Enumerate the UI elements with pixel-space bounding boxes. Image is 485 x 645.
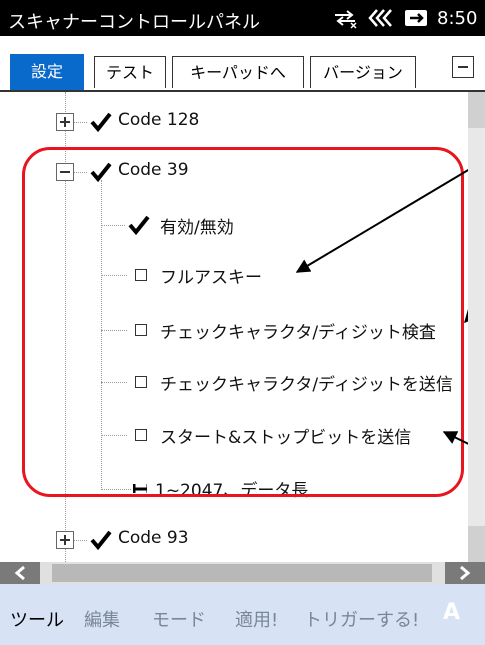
annotation-highlight <box>22 147 464 497</box>
scroll-left-button[interactable] <box>0 562 40 584</box>
chevron-right-icon <box>460 565 471 581</box>
menu-trigger[interactable]: トリガーする! <box>304 606 419 632</box>
tree-node-code93[interactable]: Code 93 <box>118 528 189 548</box>
connectivity-icon[interactable] <box>332 6 358 30</box>
tab-version[interactable]: バージョン <box>310 56 416 88</box>
input-mode-indicator[interactable]: A <box>443 600 460 625</box>
checkmark-icon[interactable] <box>90 112 112 132</box>
tab-test[interactable]: テスト <box>94 56 166 88</box>
menu-tools[interactable]: ツール <box>10 606 64 632</box>
battery-icon[interactable] <box>402 6 430 30</box>
menu-edit[interactable]: 編集 <box>84 606 120 632</box>
title-bar: スキャナーコントロールパネル 8:50 <box>0 0 485 36</box>
expand-code128-button[interactable] <box>56 113 74 131</box>
menu-apply[interactable]: 適用! <box>235 606 278 632</box>
scroll-down-button[interactable] <box>468 526 485 562</box>
volume-icon[interactable] <box>368 6 392 30</box>
window-title: スキャナーコントロールパネル <box>8 12 260 33</box>
chevron-left-icon <box>14 565 25 581</box>
checkmark-icon[interactable] <box>90 530 112 550</box>
menu-bar: ツール 編集 モード 適用! トリガーする! A <box>0 584 485 645</box>
tab-keypad[interactable]: キーパッドへ <box>172 56 304 88</box>
horizontal-scrollbar[interactable] <box>0 562 485 584</box>
minimize-button[interactable] <box>452 56 474 78</box>
expand-code93-button[interactable] <box>56 531 74 549</box>
menu-mode[interactable]: モード <box>152 606 206 632</box>
tree-node-code128[interactable]: Code 128 <box>118 110 199 130</box>
clock: 8:50 <box>437 8 478 29</box>
tab-bar: 設定 テスト キーパッドへ バージョン <box>0 36 485 92</box>
vertical-scrollbar[interactable] <box>468 92 485 562</box>
scroll-right-button[interactable] <box>445 562 485 584</box>
scroll-up-button[interactable] <box>468 92 485 128</box>
scroll-thumb[interactable] <box>52 564 432 582</box>
tab-settings[interactable]: 設定 <box>10 54 84 90</box>
